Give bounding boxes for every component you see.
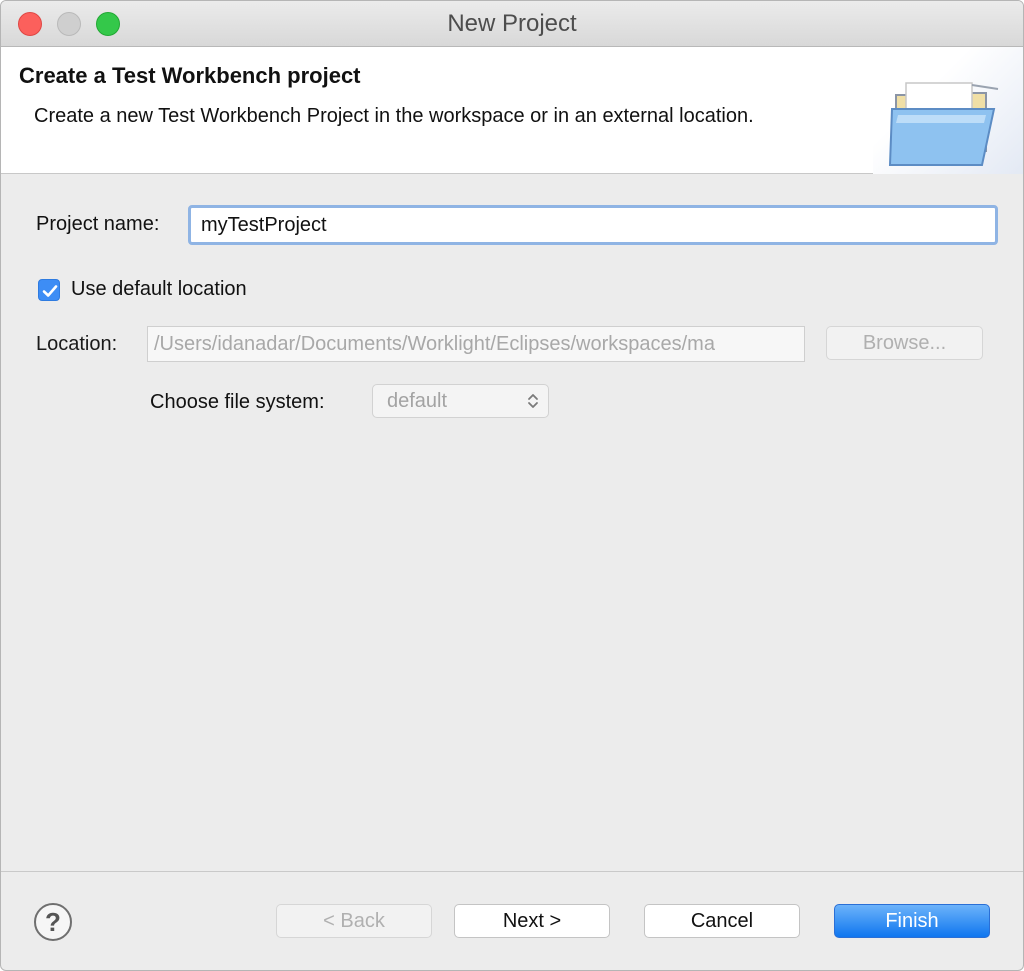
file-system-value: default	[387, 390, 448, 412]
file-system-select: default	[372, 384, 549, 418]
footer-divider	[1, 871, 1023, 872]
open-folder-icon	[888, 82, 999, 166]
location-label: Location:	[36, 333, 118, 355]
use-default-location-checkbox[interactable]	[38, 279, 60, 301]
project-name-input[interactable]	[188, 205, 998, 245]
cancel-button[interactable]: Cancel	[644, 904, 800, 938]
title-bar[interactable]: New Project	[1, 1, 1023, 47]
page-title: Create a Test Workbench project	[19, 63, 361, 88]
back-button: < Back	[276, 904, 432, 938]
project-name-label: Project name:	[36, 213, 160, 235]
window-title: New Project	[447, 10, 577, 37]
browse-button: Browse...	[826, 326, 983, 360]
wizard-banner: Create a Test Workbench project Create a…	[1, 47, 1023, 174]
help-icon[interactable]: ?	[34, 903, 72, 941]
finish-button[interactable]: Finish	[834, 904, 990, 938]
location-input: /Users/idanadar/Documents/Worklight/Ecli…	[147, 326, 805, 362]
use-default-location-label[interactable]: Use default location	[71, 278, 247, 301]
up-down-chevron-icon	[528, 394, 538, 408]
next-button[interactable]: Next >	[454, 904, 610, 938]
checkmark-icon	[42, 285, 58, 297]
new-project-dialog: New Project Create a Test Workbench proj…	[0, 0, 1024, 971]
page-description: Create a new Test Workbench Project in t…	[34, 105, 754, 127]
file-system-label: Choose file system:	[150, 391, 325, 413]
